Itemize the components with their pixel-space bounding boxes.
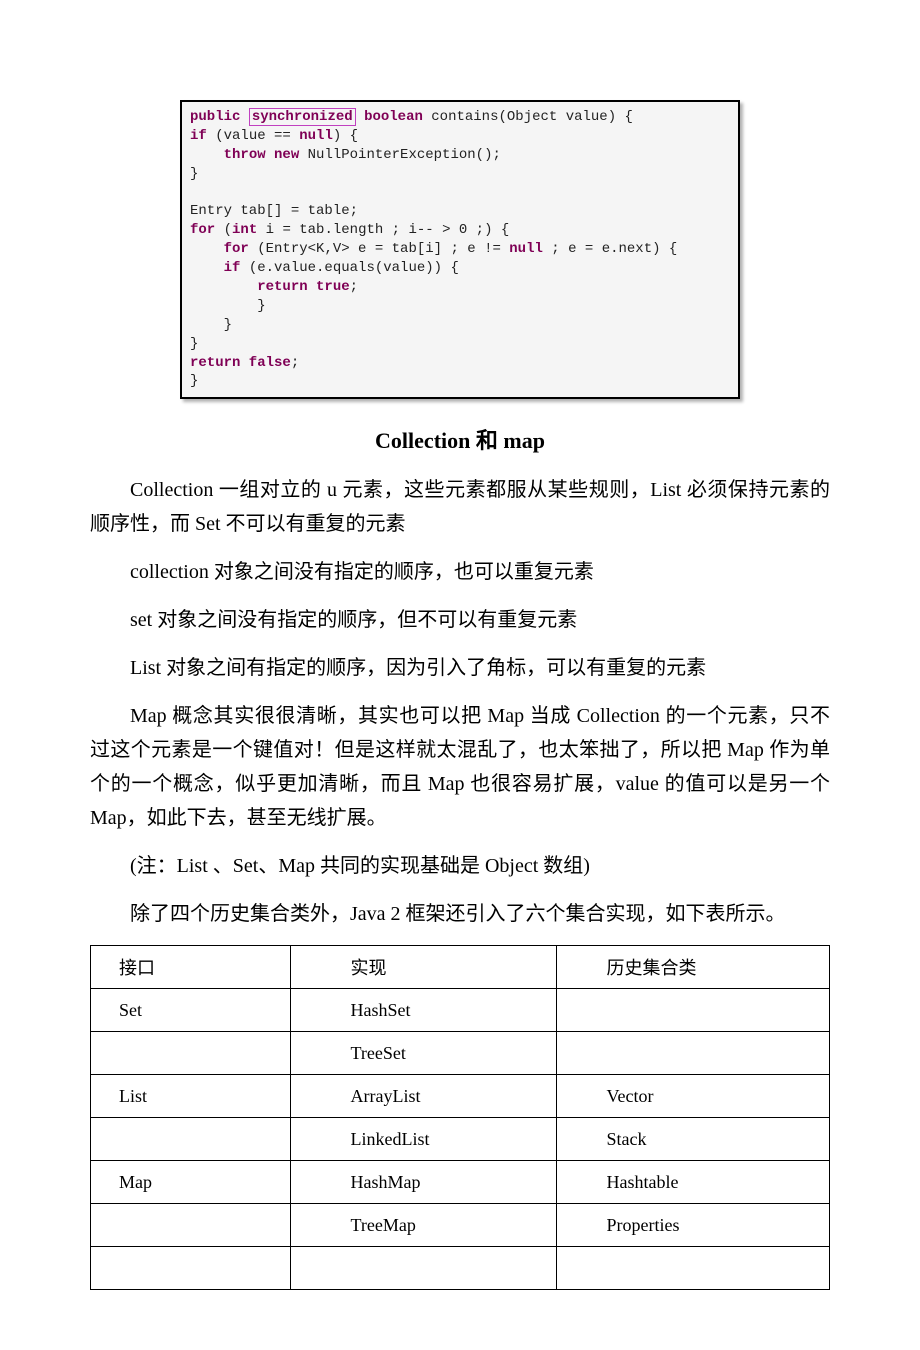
code-text: i = tab.length ; i-- > 0 ;) {	[257, 222, 509, 238]
collections-table: 接口 实现 历史集合类 Set HashSet TreeSet List Arr…	[90, 945, 830, 1290]
paragraph: collection 对象之间没有指定的顺序，也可以重复元素	[90, 555, 830, 589]
paragraph: (注：List 、Set、Map 共同的实现基础是 Object 数组)	[90, 849, 830, 883]
code-keyword: null	[299, 128, 333, 144]
table-cell: LinkedList	[290, 1118, 556, 1161]
code-text: }	[190, 317, 232, 333]
paragraph: 除了四个历史集合类外，Java 2 框架还引入了六个集合实现，如下表所示。	[90, 897, 830, 931]
code-text: }	[190, 373, 198, 389]
table-header-cell: 实现	[290, 946, 556, 989]
table-cell: HashSet	[290, 989, 556, 1032]
code-keyword: return false	[190, 355, 291, 371]
table-cell	[556, 1247, 829, 1290]
table-cell: Properties	[556, 1204, 829, 1247]
table-cell	[556, 1032, 829, 1075]
code-keyword: if	[224, 260, 241, 276]
code-text: }	[190, 336, 198, 352]
table-cell: Set	[91, 989, 291, 1032]
code-text: NullPointerException();	[299, 147, 501, 163]
code-text: Entry tab[] = table;	[190, 203, 358, 219]
table-cell	[91, 1032, 291, 1075]
table-cell: TreeSet	[290, 1032, 556, 1075]
table-cell	[290, 1247, 556, 1290]
code-text: (e.value.equals(value)) {	[240, 260, 458, 276]
code-snippet: public synchronized boolean contains(Obj…	[180, 100, 740, 399]
table-cell: HashMap	[290, 1161, 556, 1204]
table-cell: Vector	[556, 1075, 829, 1118]
code-keyword: null	[509, 241, 543, 257]
code-keyword: if	[190, 128, 207, 144]
code-text: ;	[291, 355, 299, 371]
table-cell: Map	[91, 1161, 291, 1204]
table-cell: Hashtable	[556, 1161, 829, 1204]
code-keyword: for	[190, 222, 215, 238]
code-text: }	[190, 166, 198, 182]
code-keyword: public	[190, 109, 240, 125]
code-text: }	[190, 298, 266, 314]
paragraph: Collection 一组对立的 u 元素，这些元素都服从某些规则，List 必…	[90, 473, 830, 541]
table-header-cell: 接口	[91, 946, 291, 989]
table-cell	[91, 1118, 291, 1161]
code-keyword-highlight: synchronized	[249, 108, 356, 126]
code-text: ) {	[333, 128, 358, 144]
table-row: TreeMap Properties	[91, 1204, 830, 1247]
table-row: Map HashMap Hashtable	[91, 1161, 830, 1204]
table-cell	[556, 989, 829, 1032]
table-cell: List	[91, 1075, 291, 1118]
table-header-row: 接口 实现 历史集合类	[91, 946, 830, 989]
paragraph: set 对象之间没有指定的顺序，但不可以有重复元素	[90, 603, 830, 637]
table-cell: Stack	[556, 1118, 829, 1161]
code-text: ; e = e.next) {	[543, 241, 677, 257]
code-keyword: return true	[257, 279, 349, 295]
code-text: (	[215, 222, 232, 238]
table-cell: TreeMap	[290, 1204, 556, 1247]
code-keyword: boolean	[364, 109, 423, 125]
code-text: (Entry<K,V> e = tab[i] ; e !=	[249, 241, 509, 257]
table-row: TreeSet	[91, 1032, 830, 1075]
code-text: contains(Object value) {	[423, 109, 633, 125]
paragraph: List 对象之间有指定的顺序，因为引入了角标，可以有重复的元素	[90, 651, 830, 685]
table-cell	[91, 1247, 291, 1290]
table-header-cell: 历史集合类	[556, 946, 829, 989]
paragraph: Map 概念其实很很清晰，其实也可以把 Map 当成 Collection 的一…	[90, 699, 830, 835]
document-page: public synchronized boolean contains(Obj…	[0, 0, 920, 1350]
section-heading: Collection 和 map	[90, 423, 830, 455]
table-row	[91, 1247, 830, 1290]
table-row: Set HashSet	[91, 989, 830, 1032]
table-cell	[91, 1204, 291, 1247]
code-text: (value ==	[207, 128, 299, 144]
code-keyword: for	[224, 241, 249, 257]
code-keyword: throw new	[224, 147, 300, 163]
table-row: List ArrayList Vector	[91, 1075, 830, 1118]
table-cell: ArrayList	[290, 1075, 556, 1118]
code-text: ;	[350, 279, 358, 295]
code-keyword: int	[232, 222, 257, 238]
table-row: LinkedList Stack	[91, 1118, 830, 1161]
